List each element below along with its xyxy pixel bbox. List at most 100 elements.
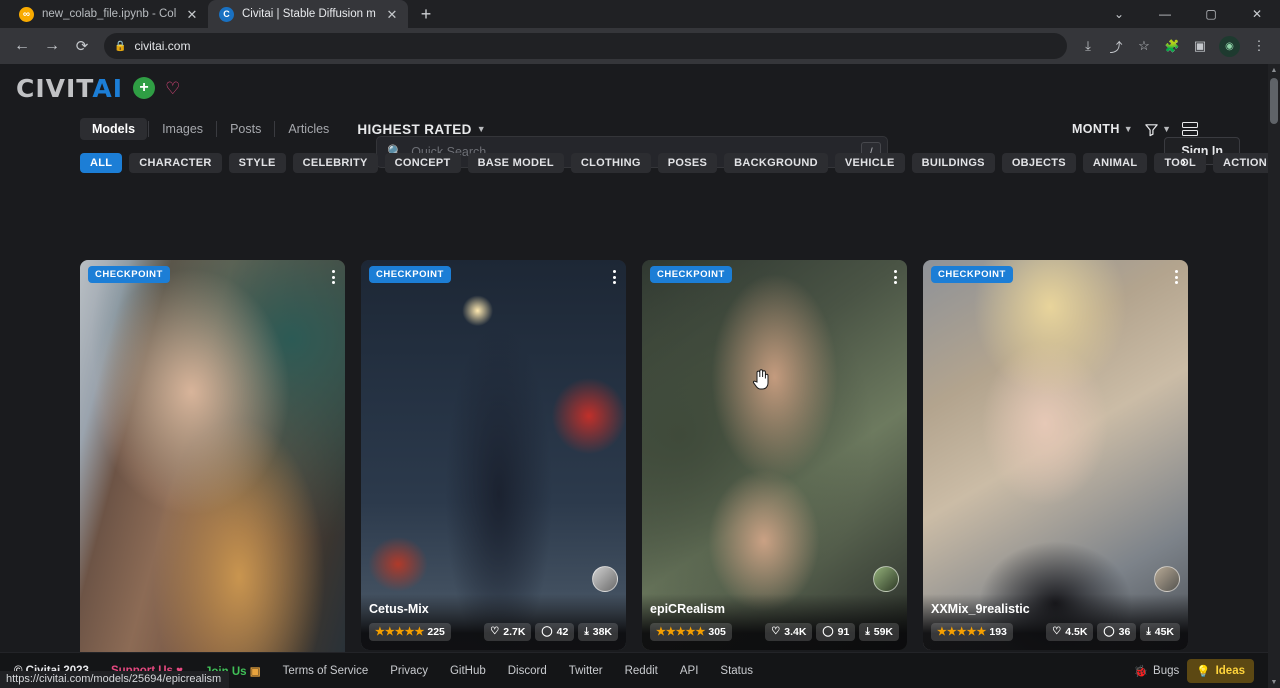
browser-menu-icon[interactable]: ⋮	[1246, 33, 1272, 59]
tab-images[interactable]: Images	[150, 118, 215, 140]
downloads-badge: ⤓ 38K	[578, 623, 618, 641]
address-bar[interactable]: 🔒 civitai.com	[104, 33, 1067, 59]
heart-icon: ♡	[490, 627, 499, 637]
avatar[interactable]	[1154, 566, 1180, 592]
heart-icon[interactable]: ♡	[165, 80, 180, 97]
card-info: Cetus-Mix ★★★★★ 225 ♡	[361, 594, 626, 650]
create-button[interactable]: +	[133, 77, 155, 99]
back-icon[interactable]: ←	[8, 32, 36, 60]
model-card[interactable]: CHECKPOINT Cetus-Mix ★★★★★ 225	[361, 260, 626, 650]
chip-tool[interactable]: TOOL	[1154, 153, 1206, 173]
close-window-icon[interactable]: ✕	[1234, 0, 1280, 28]
footer-link-discord[interactable]: Discord	[497, 665, 558, 677]
install-icon[interactable]: ⤓	[1075, 33, 1101, 59]
tab-search-icon[interactable]: ⌄	[1096, 0, 1142, 28]
chip-clothing[interactable]: CLOTHING	[571, 153, 651, 173]
model-card[interactable]: CHECKPOINT DreamShaper	[80, 260, 345, 688]
comments-badge: ◯ 42	[535, 623, 574, 641]
footer-link-privacy[interactable]: Privacy	[379, 665, 439, 677]
scrollbar-thumb[interactable]	[1270, 78, 1278, 124]
card-menu-icon[interactable]	[609, 266, 620, 288]
logo-text-ai: AI	[92, 74, 123, 103]
tab-title: new_colab_file.ipynb - Colaborat	[42, 8, 176, 20]
chip-buildings[interactable]: BUILDINGS	[912, 153, 995, 173]
chip-background[interactable]: BACKGROUND	[724, 153, 828, 173]
new-tab-button[interactable]: +	[412, 0, 440, 28]
model-card[interactable]: CHECKPOINT XXMix_9realistic ★★★★★ 193	[923, 260, 1188, 650]
forward-icon[interactable]: →	[38, 32, 66, 60]
model-card[interactable]: CHECKPOINT epiCRealism ★★★★★ 305	[642, 260, 907, 650]
card-stats: ★★★★★ 193 ♡ 4.5K	[931, 623, 1180, 641]
tab-models[interactable]: Models	[80, 118, 147, 140]
download-icon: ⤓	[1146, 627, 1150, 637]
likes-count: 4.5K	[1065, 626, 1087, 638]
comments-count: 42	[557, 626, 569, 638]
bug-icon: 🐞	[1134, 664, 1148, 678]
avatar[interactable]	[592, 566, 618, 592]
maximize-icon[interactable]: ▢	[1188, 0, 1234, 28]
profile-avatar[interactable]: ◉	[1219, 36, 1240, 57]
chip-vehicle[interactable]: VEHICLE	[835, 153, 905, 173]
comments-count: 91	[838, 626, 850, 638]
model-title: XXMix_9realistic	[931, 602, 1180, 616]
bugs-button[interactable]: 🐞 Bugs	[1134, 664, 1180, 678]
footer-link-terms[interactable]: Terms of Service	[272, 665, 380, 677]
page-content: CIVITAI + ♡ 🔍 Quick Search / Sign In Mod…	[0, 64, 1280, 688]
minimize-icon[interactable]: —	[1142, 0, 1188, 28]
filter-button[interactable]: ▼	[1144, 122, 1171, 137]
tab-close-icon[interactable]: ✕	[184, 6, 200, 22]
comment-icon: ◯	[822, 627, 833, 637]
scroll-down-icon[interactable]: ▼	[1268, 676, 1280, 688]
avatar[interactable]	[873, 566, 899, 592]
tab-posts[interactable]: Posts	[218, 118, 273, 140]
tab-articles[interactable]: Articles	[276, 118, 341, 140]
extensions-icon[interactable]: 🧩	[1159, 33, 1185, 59]
reload-icon[interactable]: ⟳	[68, 32, 96, 60]
category-chip-row[interactable]: ALL CHARACTER STYLE CELEBRITY CONCEPT BA…	[0, 146, 1268, 176]
card-info: epiCRealism ★★★★★ 305 ♡	[642, 594, 907, 650]
chip-celebrity[interactable]: CELEBRITY	[293, 153, 378, 173]
tab-close-icon[interactable]: ✕	[384, 6, 400, 22]
footer-right-tools: 🐞 Bugs 💡 Ideas	[1134, 659, 1254, 683]
sort-dropdown[interactable]: HIGHEST RATED ▼	[357, 122, 486, 137]
chip-action[interactable]: ACTION	[1213, 153, 1268, 173]
scroll-up-icon[interactable]: ▲	[1268, 64, 1280, 76]
layout-toggle-button[interactable]	[1182, 122, 1198, 137]
chip-objects[interactable]: OBJECTS	[1002, 153, 1076, 173]
page-scrollbar[interactable]: ▲ ▼	[1268, 64, 1280, 688]
badge-icon: ▣	[250, 666, 261, 678]
chip-concept[interactable]: CONCEPT	[385, 153, 461, 173]
civitai-logo[interactable]: CIVITAI	[16, 74, 123, 103]
tab-civitai[interactable]: C Civitai | Stable Diffusion models, ✕	[208, 0, 408, 28]
chip-base-model[interactable]: BASE MODEL	[468, 153, 564, 173]
card-menu-icon[interactable]	[1171, 266, 1182, 288]
footer-link-reddit[interactable]: Reddit	[614, 665, 669, 677]
bookmark-icon[interactable]: ☆	[1131, 33, 1157, 59]
grid-column-1: CHECKPOINT DreamShaper CHECKPOINT	[80, 260, 345, 688]
page-viewport: CIVITAI + ♡ 🔍 Quick Search / Sign In Mod…	[0, 64, 1268, 688]
downloads-count: 38K	[593, 626, 612, 638]
tab-colab[interactable]: ∞ new_colab_file.ipynb - Colaborat ✕	[8, 0, 208, 28]
chip-poses[interactable]: POSES	[658, 153, 717, 173]
footer-link-status[interactable]: Status	[709, 665, 764, 677]
chip-scroll-right-icon[interactable]: ›	[1182, 154, 1186, 169]
chip-animal[interactable]: ANIMAL	[1083, 153, 1148, 173]
engagement-stats: ♡ 2.7K ◯ 42 ⤓	[484, 623, 618, 641]
footer-link-twitter[interactable]: Twitter	[558, 665, 614, 677]
card-menu-icon[interactable]	[890, 266, 901, 288]
chip-character[interactable]: CHARACTER	[129, 153, 221, 173]
footer-link-github[interactable]: GitHub	[439, 665, 497, 677]
share-icon[interactable]: ⤴	[1103, 33, 1129, 59]
sidepanel-icon[interactable]: ▣	[1187, 33, 1213, 59]
model-thumbnail: CHECKPOINT XXMix_9realistic ★★★★★ 193	[923, 260, 1188, 650]
downloads-count: 59K	[874, 626, 893, 638]
ideas-button[interactable]: 💡 Ideas	[1187, 659, 1254, 683]
card-info: XXMix_9realistic ★★★★★ 193 ♡	[923, 594, 1188, 650]
period-dropdown[interactable]: MONTH ▼	[1072, 122, 1133, 136]
star-rating-icon: ★★★★★	[375, 627, 424, 638]
chip-style[interactable]: STYLE	[229, 153, 286, 173]
checkpoint-badge: CHECKPOINT	[650, 266, 732, 283]
footer-link-api[interactable]: API	[669, 665, 710, 677]
card-menu-icon[interactable]	[328, 266, 339, 288]
chip-all[interactable]: ALL	[80, 153, 122, 173]
